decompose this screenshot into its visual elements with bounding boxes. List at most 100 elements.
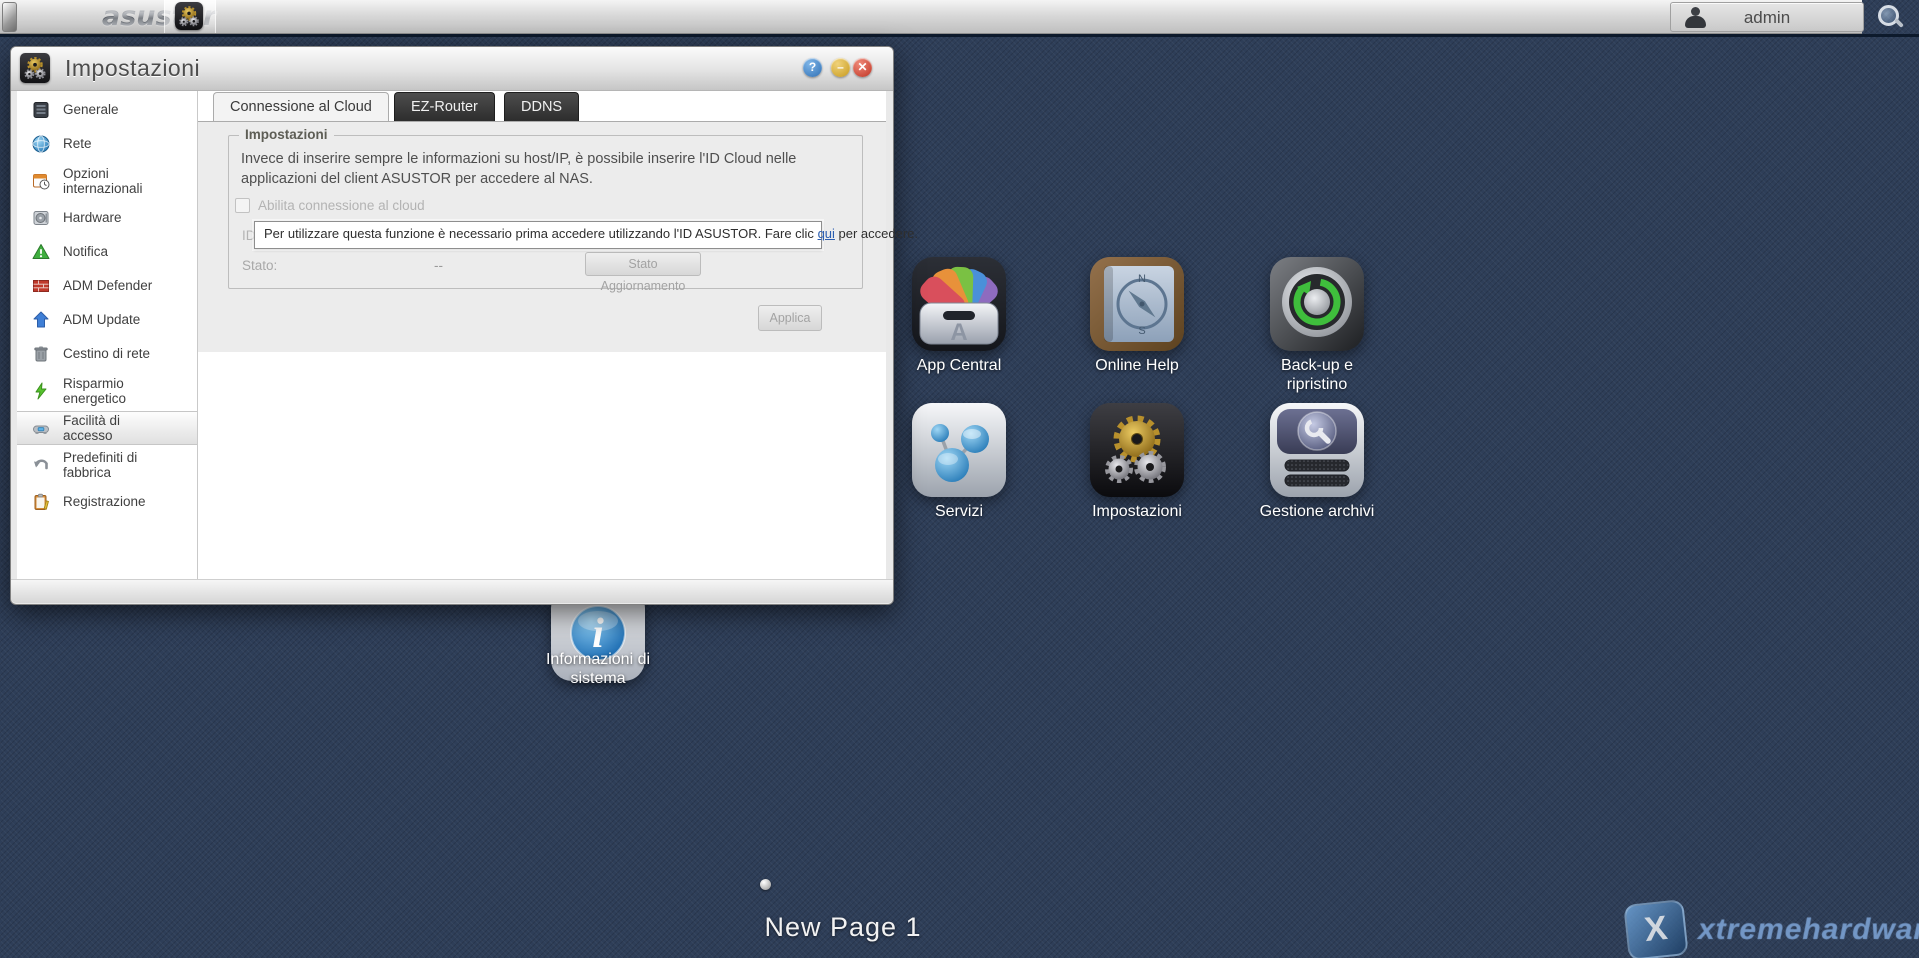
user-menu-button[interactable]: admin	[1670, 2, 1864, 32]
sidebar-item-label: Notifica	[63, 244, 109, 260]
window-titlebar[interactable]: Impostazioni ? – ✕	[11, 47, 893, 91]
sidebar-item-rete[interactable]: Rete	[17, 127, 197, 161]
status-update-button[interactable]: Stato Aggiornamento	[585, 252, 701, 293]
sidebar-item-cestino-di-rete[interactable]: Cestino di rete	[17, 337, 197, 371]
tooltip-text: Per utilizzare questa funzione è necessa…	[264, 226, 818, 241]
clipboard-icon	[34, 493, 50, 510]
tab-ddns[interactable]: DDNS	[504, 92, 580, 121]
enable-cloud-checkbox[interactable]	[235, 198, 250, 213]
status-label: Stato:	[242, 258, 278, 273]
cloud-settings-panel: Impostazioni Invece di inserire sempre l…	[198, 121, 918, 352]
sidebar-item-adm-update[interactable]: ADM Update	[17, 303, 197, 337]
taskbar-impostazioni-icon[interactable]	[175, 2, 203, 30]
sidebar-item-facilita-di-accesso[interactable]: Facilità di accesso	[17, 411, 197, 445]
login-here-link[interactable]: qui	[818, 226, 835, 241]
desktop-icon-impostazioni[interactable]	[1090, 403, 1184, 497]
topbar-underline	[0, 34, 1919, 37]
sidebar-item-label: Rete	[63, 136, 92, 152]
enable-cloud-label: Abilita connessione al cloud	[258, 198, 425, 213]
desktop-icon-label: App Central	[916, 357, 1002, 374]
minimize-button[interactable]: –	[831, 58, 850, 77]
sidebar-item-registrazione[interactable]: Registrazione	[17, 485, 197, 519]
harddisk-icon	[33, 211, 49, 225]
sidebar-item-label: Opzioni internazionali	[63, 165, 143, 196]
panel-collapse-handle[interactable]	[2, 2, 17, 32]
svg-text:N: N	[1138, 273, 1146, 285]
close-button[interactable]: ✕	[853, 58, 872, 77]
impostazioni-fieldset: Impostazioni Invece di inserire sempre l…	[228, 127, 918, 293]
sidebar-item-opzioni-internazionali[interactable]: Opzioni internazionali	[17, 161, 197, 201]
sidebar-item-predefiniti-di-fabbrica[interactable]: Predefiniti di fabbrica	[17, 445, 197, 485]
sidebar-item-notifica[interactable]: Notifica	[17, 235, 197, 269]
desktop-icon-label: Impostazioni	[1092, 503, 1182, 520]
watermark: X xtremehardware.it	[1623, 899, 1919, 958]
status-value: --	[434, 258, 443, 273]
sidebar-item-label: Risparmio energetico	[63, 375, 127, 406]
firewall-icon	[33, 280, 49, 292]
desktop-icon-gestione-archivi[interactable]	[1270, 403, 1364, 497]
settings-window: Impostazioni ? – ✕ Generale Rete Opzioni…	[10, 46, 918, 605]
help-button[interactable]: ?	[803, 58, 822, 77]
desktop-icon-backup-ripristino[interactable]	[1270, 257, 1364, 351]
apply-button[interactable]: Applica	[758, 305, 822, 331]
services-molecule-icon	[912, 403, 1006, 497]
globe-icon	[32, 135, 50, 153]
trash-icon	[34, 346, 48, 362]
top-bar: asustor admin	[0, 0, 1864, 34]
settings-sidebar: Generale Rete Opzioni internazionali Har…	[17, 93, 197, 565]
desktop-icon-label: Gestione archivi	[1259, 503, 1375, 520]
sidebar-item-label: Facilità di accesso	[63, 412, 121, 443]
search-icon-handle	[1894, 18, 1904, 28]
sidebar-item-adm-defender[interactable]: ADM Defender	[17, 269, 197, 303]
svg-text:A: A	[950, 319, 967, 346]
desktop-icon-label: Informazioni di sistema	[545, 651, 651, 688]
calendar-clock-icon	[33, 174, 50, 190]
sidebar-item-label: ADM Defender	[63, 278, 153, 294]
desktop-icon-servizi[interactable]	[912, 403, 1006, 497]
cloud-access-icon	[33, 425, 49, 434]
server-icon	[33, 102, 49, 118]
username-label: admin	[1743, 8, 1791, 27]
desktop-icon-label: Back-up e ripristino	[1280, 357, 1354, 394]
sidebar-item-label: ADM Update	[63, 312, 141, 328]
sidebar-item-label: Cestino di rete	[63, 346, 151, 362]
sidebar-item-label: Generale	[63, 102, 119, 118]
window-gears-icon	[20, 53, 50, 83]
svg-text:S: S	[1138, 325, 1145, 337]
xtremehardware-logo-icon: X	[1623, 899, 1689, 958]
tab-connessione-al-cloud[interactable]: Connessione al Cloud	[213, 92, 389, 121]
backup-restore-icon	[1282, 267, 1352, 337]
login-required-tooltip: Per utilizzare questa funzione è necessa…	[254, 221, 918, 249]
sidebar-item-hardware[interactable]: Hardware	[17, 201, 197, 235]
lightning-icon	[35, 382, 47, 400]
window-title: Impostazioni	[65, 55, 201, 81]
sidebar-item-label: Registrazione	[63, 494, 146, 510]
gears-icon	[179, 6, 199, 27]
warning-triangle-icon	[32, 244, 50, 259]
page-name-label: New Page 1	[764, 912, 922, 942]
desktop-icon-label: Online Help	[1095, 357, 1179, 374]
help-book-compass-icon: N S	[1090, 257, 1184, 351]
watermark-text: xtremehardware.it	[1698, 913, 1919, 946]
sidebar-item-risparmio-energetico[interactable]: Risparmio energetico	[17, 371, 197, 411]
desktop-icon-app-central[interactable]: A	[912, 257, 1006, 351]
sidebar-item-label: Predefiniti di fabbrica	[63, 449, 138, 480]
settings-main-area: Connessione al Cloud EZ-Router DDNS Impo…	[198, 91, 918, 579]
adm-desktop: asustor admin i Informazioni di sistema …	[0, 0, 1919, 958]
sidebar-item-label: Hardware	[63, 210, 122, 226]
cloud-description: Invece di inserire sempre le informazion…	[241, 151, 797, 187]
page-indicator-dot[interactable]	[760, 879, 771, 890]
sidebar-item-generale[interactable]: Generale	[17, 93, 197, 127]
tab-ez-router[interactable]: EZ-Router	[394, 92, 495, 121]
fieldset-legend: Impostazioni	[239, 127, 334, 142]
search-button[interactable]	[1862, 0, 1919, 34]
app-central-icon: A	[919, 266, 999, 346]
undo-arrow-icon	[34, 459, 48, 470]
tooltip-text: per accedere.	[834, 226, 919, 241]
window-footer	[11, 579, 893, 603]
desktop-icon-label: Servizi	[934, 503, 983, 520]
arrow-up-icon	[33, 311, 49, 328]
settings-gears-icon	[1090, 403, 1184, 497]
storage-manager-icon	[1270, 403, 1364, 497]
desktop-icon-online-help[interactable]: N S	[1090, 257, 1184, 351]
